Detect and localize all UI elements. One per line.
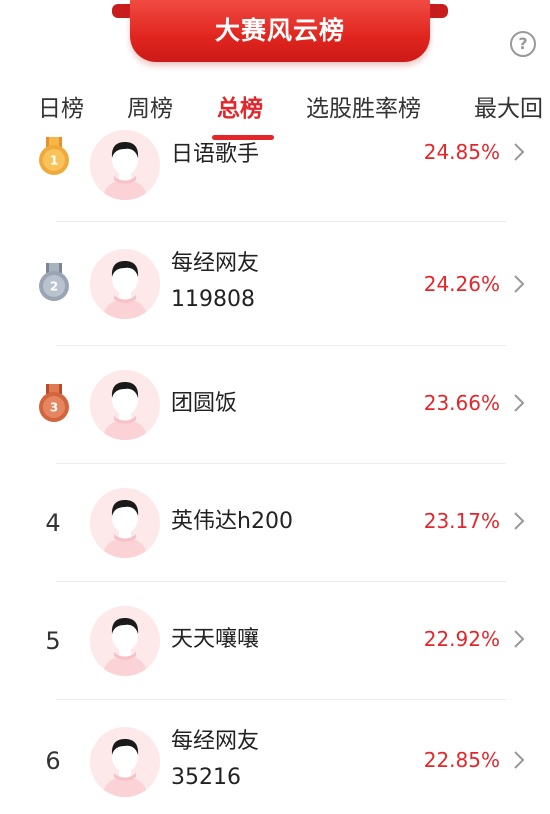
win-rate: 23.66% <box>423 391 500 415</box>
tab-max-drawdown[interactable]: 最大回 <box>474 89 543 123</box>
chevron-right-icon <box>514 275 525 293</box>
svg-text:2: 2 <box>50 280 58 294</box>
user-name-line2: 35216 <box>171 765 241 790</box>
tab-win-rate[interactable]: 选股胜率榜 <box>306 89 421 123</box>
leaderboard-page: 大赛风云榜 ? 日榜 周榜 总榜 选股胜率榜 最大回 1 日语歌手 24.85%… <box>0 0 550 814</box>
rank-number: 6 <box>45 747 61 775</box>
list-item[interactable]: 4 英伟达h200 23.17% <box>0 464 550 582</box>
silver-medal-icon: 2 <box>39 263 69 301</box>
chevron-right-icon <box>514 143 525 161</box>
list-item[interactable]: 6 每经网友 35216 22.85% <box>0 700 550 814</box>
rank-number: 5 <box>45 627 61 655</box>
bronze-medal-icon: 3 <box>39 384 69 422</box>
chevron-right-icon <box>514 394 525 412</box>
svg-text:1: 1 <box>50 154 58 168</box>
win-rate: 24.26% <box>423 272 500 296</box>
help-icon[interactable]: ? <box>510 31 536 57</box>
user-name: 日语歌手 <box>171 142 260 167</box>
avatar <box>90 606 160 676</box>
ranking-list: 1 日语歌手 24.85% 2 每经网友 119808 24.26% 3 团圆饭… <box>0 130 550 814</box>
avatar <box>90 488 160 558</box>
tab-weekly[interactable]: 周榜 <box>127 89 173 123</box>
tab-total[interactable]: 总榜 <box>217 89 263 123</box>
chevron-right-icon <box>514 751 525 769</box>
win-rate: 22.85% <box>423 748 500 772</box>
avatar <box>90 727 160 797</box>
user-name: 天天嚷嚷 <box>171 627 260 652</box>
list-item[interactable]: 2 每经网友 119808 24.26% <box>0 222 550 340</box>
tab-bar: 日榜 周榜 总榜 选股胜率榜 最大回 <box>0 84 550 140</box>
chevron-right-icon <box>514 512 525 530</box>
svg-text:3: 3 <box>50 401 58 415</box>
win-rate: 22.92% <box>423 627 500 651</box>
page-title: 大赛风云榜 <box>214 16 345 45</box>
win-rate: 23.17% <box>423 509 500 533</box>
list-item[interactable]: 1 日语歌手 24.85% <box>0 130 550 224</box>
header-banner: 大赛风云榜 <box>112 0 448 68</box>
user-name: 每经网友 <box>171 729 260 754</box>
banner-plate: 大赛风云榜 <box>130 0 430 62</box>
avatar <box>90 249 160 319</box>
avatar <box>90 130 160 200</box>
list-item[interactable]: 5 天天嚷嚷 22.92% <box>0 582 550 700</box>
gold-medal-icon: 1 <box>39 137 69 175</box>
chevron-right-icon <box>514 630 525 648</box>
user-name-line2: 119808 <box>171 287 255 312</box>
user-name: 每经网友 <box>171 251 260 276</box>
rank-number: 4 <box>45 509 61 537</box>
tab-daily[interactable]: 日榜 <box>38 89 84 123</box>
avatar <box>90 370 160 440</box>
list-item[interactable]: 3 团圆饭 23.66% <box>0 346 550 464</box>
user-name: 团圆饭 <box>171 391 238 416</box>
user-name: 英伟达h200 <box>171 509 293 534</box>
win-rate: 24.85% <box>423 140 500 164</box>
